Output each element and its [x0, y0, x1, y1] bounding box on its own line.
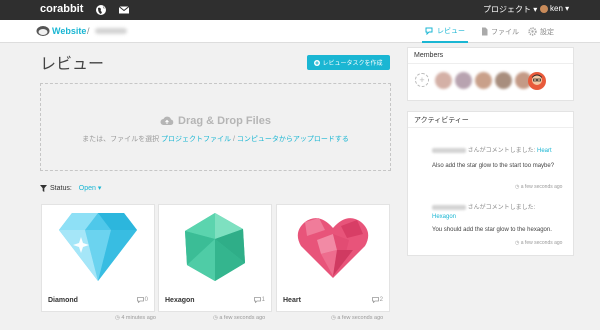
card-name: Diamond [48, 297, 78, 304]
plus-circle-icon [314, 59, 321, 66]
activity-meta: さんがコメントしました: [467, 205, 536, 211]
activity-item: さんがコメントしました: Hexagon [432, 204, 572, 222]
top-bar: corabbit プロジェクト ▾ ken ▾ [0, 0, 600, 20]
project-icon [36, 26, 50, 36]
activity-meta: さんがコメントしました: [467, 148, 538, 154]
card-timestamp: ◷ a few seconds ago [213, 315, 266, 321]
gear-icon [528, 27, 537, 36]
dropzone-title-text: Drag & Drop Files [178, 115, 271, 127]
user-menu[interactable]: ken ▾ [540, 4, 569, 13]
status-filter: Status: Open ▾ [40, 184, 101, 192]
user-name: ken ▾ [550, 4, 570, 13]
comment-count-value: 1 [261, 297, 265, 303]
member-avatar[interactable] [495, 72, 512, 89]
filter-icon [40, 184, 47, 192]
activity-target-link[interactable]: Heart [537, 148, 552, 154]
card-name: Heart [283, 297, 301, 304]
card-timestamp-value: 4 minutes ago [121, 315, 156, 321]
chat-icon [425, 27, 433, 35]
activity-body: Also add the star glow to the start too … [432, 163, 555, 169]
comment-icon [371, 297, 379, 303]
tab-settings-label: 設定 [540, 28, 554, 36]
file-dropzone[interactable]: Drag & Drop Files または、ファイルを選択 プロジェクトファイル… [40, 83, 391, 171]
member-avatar[interactable] [475, 72, 492, 89]
comment-count-value: 2 [379, 297, 383, 303]
cloud-upload-icon [160, 116, 174, 125]
comment-count-value: 0 [144, 297, 148, 303]
add-member-button[interactable]: + [415, 73, 429, 87]
card-timestamp-value: a few seconds ago [219, 315, 266, 321]
activity-user[interactable] [432, 204, 466, 210]
dropzone-title: Drag & Drop Files [41, 115, 390, 127]
card-timestamp-value: a few seconds ago [337, 315, 384, 321]
project-menu[interactable]: プロジェクト ▾ [483, 4, 537, 15]
activity-item: さんがコメントしました: Heart [432, 147, 572, 156]
breadcrumb-separator: / [87, 26, 90, 36]
review-card-hexagon[interactable]: Hexagon 1 [158, 204, 272, 312]
member-avatar[interactable] [435, 72, 452, 89]
activity-time-value: a few seconds ago [520, 184, 563, 190]
members-panel: Members + [407, 47, 574, 101]
heart-thumbnail [277, 205, 389, 289]
member-avatar[interactable] [455, 72, 472, 89]
card-name: Hexagon [165, 297, 195, 304]
comment-count: 1 [253, 297, 265, 303]
brand-logo[interactable]: corabbit [40, 3, 83, 15]
activity-body: You should add the star glow to the hexa… [432, 227, 552, 233]
upload-from-computer-link[interactable]: コンピュータからアップロードする [237, 136, 349, 143]
tab-files-label: ファイル [491, 28, 519, 36]
globe-icon[interactable] [95, 4, 107, 16]
user-avatar [540, 4, 548, 13]
status-filter-dropdown[interactable]: Open ▾ [79, 184, 102, 192]
hexagon-thumbnail [159, 205, 271, 289]
tab-review[interactable]: レビュー [422, 20, 468, 43]
tab-files[interactable]: ファイル [481, 20, 519, 43]
tab-review-label: レビュー [437, 27, 465, 35]
card-timestamp: ◷ 4 minutes ago [115, 315, 156, 321]
comment-count: 0 [136, 297, 148, 303]
file-icon [482, 27, 488, 36]
members-title: Members [408, 48, 573, 64]
comment-icon [253, 297, 261, 303]
activity-title: アクティビティー [408, 112, 573, 128]
sub-nav: Website / レビュー ファイル 設定 [0, 20, 600, 43]
activity-time: ◷ a few seconds ago [515, 240, 563, 246]
activity-time-value: a few seconds ago [520, 240, 563, 246]
review-card-heart[interactable]: Heart 2 [276, 204, 390, 312]
page-title: レビュー [40, 56, 105, 73]
review-card-diamond[interactable]: Diamond 0 [41, 204, 155, 312]
dropzone-subtext: または、ファイルを選択 プロジェクトファイル / コンピュータからアップロードす… [41, 134, 390, 144]
member-avatar-current[interactable] [528, 72, 546, 90]
breadcrumb-website[interactable]: Website [52, 26, 86, 36]
breadcrumb-project-name[interactable] [95, 28, 127, 34]
activity-target-link[interactable]: Hexagon [432, 214, 456, 220]
card-timestamp: ◷ a few seconds ago [331, 315, 384, 321]
comment-icon [136, 297, 144, 303]
activity-panel: アクティビティー さんがコメントしました: Heart Also add the… [407, 111, 574, 256]
create-review-task-button[interactable]: レビュータスクを作成 [307, 55, 390, 70]
project-files-link[interactable]: プロジェクトファイル [161, 136, 231, 143]
dropzone-prefix: または、ファイルを選択 [82, 136, 162, 143]
status-filter-label: Status: [50, 184, 72, 192]
diamond-thumbnail [42, 205, 154, 289]
mail-icon[interactable] [118, 4, 130, 16]
activity-time: ◷ a few seconds ago [515, 184, 563, 190]
activity-user[interactable] [432, 147, 466, 153]
tab-settings[interactable]: 設定 [528, 20, 554, 43]
create-review-task-label: レビュータスクを作成 [322, 61, 383, 67]
comment-count: 2 [371, 297, 383, 303]
